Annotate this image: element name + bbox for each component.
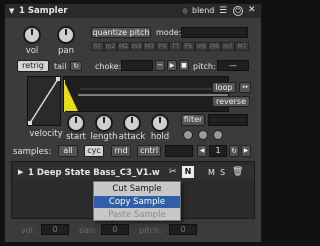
bottom-pitch-label: pitch: <box>139 226 162 235</box>
samples-cntrl-button[interactable]: cntrl <box>137 145 161 157</box>
menu-icon[interactable]: ☰ <box>219 6 227 16</box>
power-icon[interactable]: ⏻ <box>233 6 243 16</box>
loop-button[interactable]: loop <box>212 82 236 93</box>
choke-label: choke: <box>95 62 122 71</box>
menu-paste-sample[interactable]: Paste Sample <box>94 209 180 221</box>
collapse-icon[interactable]: ▼ <box>9 7 14 15</box>
tail-label: tail <box>54 62 67 71</box>
filter-res-knob[interactable] <box>198 130 208 140</box>
close-icon[interactable]: ✕ <box>248 5 256 15</box>
interval-P4[interactable]: P4 <box>156 42 169 51</box>
blend-label: blend <box>192 6 215 15</box>
attack-knob[interactable] <box>123 114 141 132</box>
menu-copy-sample[interactable]: Copy Sample <box>94 196 180 208</box>
bottom-vol-field[interactable]: 0 <box>41 224 69 235</box>
samples-rnd-button[interactable]: rnd <box>111 145 131 157</box>
vol-label: vol <box>25 46 39 56</box>
reverse-button[interactable]: reverse <box>212 96 250 107</box>
bottom-pan-field[interactable]: 0 <box>101 224 129 235</box>
mode-select[interactable] <box>181 27 248 38</box>
scissors-icon[interactable]: ✂ <box>169 167 177 177</box>
quantize-pitch-button[interactable]: quantize pitch <box>91 27 151 38</box>
sample-index-field[interactable]: 1 <box>209 145 227 157</box>
interval-rt[interactable]: RT <box>91 42 104 51</box>
pan-knob[interactable] <box>57 26 75 44</box>
attack-label: attack <box>118 132 146 142</box>
sample-prev-icon[interactable]: ◀ <box>197 145 207 157</box>
stop-icon[interactable]: ■ <box>179 60 189 71</box>
filter-env-knob[interactable] <box>213 130 223 140</box>
interval-M2[interactable]: M2 <box>117 42 130 51</box>
filter-button[interactable]: filter <box>181 114 205 126</box>
interval-m2[interactable]: m2 <box>104 42 117 51</box>
interval-row: RT m2 M2 m3 M3 P4 TT P5 m6 M6 m7 M7 <box>91 42 249 51</box>
sample-play-icon[interactable]: ▶ <box>18 168 23 176</box>
pan-label: pan <box>58 46 74 56</box>
retrig-button[interactable]: retrig <box>17 60 49 72</box>
pitch-field[interactable]: — <box>217 60 249 71</box>
sample-row[interactable]: ▶ 1 Deep State Bass_C3_V1.w ✂ N M S 🗑 <box>14 165 254 180</box>
play-icon[interactable]: ▶ <box>167 60 177 71</box>
sample-next-icon[interactable]: ▶ <box>241 145 251 157</box>
solo-button[interactable]: S <box>220 168 225 177</box>
interval-m3[interactable]: m3 <box>130 42 143 51</box>
interval-m7[interactable]: m7 <box>221 42 235 51</box>
interval-M7[interactable]: M7 <box>235 42 249 51</box>
start-knob[interactable] <box>67 114 85 132</box>
trash-icon[interactable]: 🗑 <box>232 167 243 177</box>
length-knob[interactable] <box>95 114 113 132</box>
interval-TT[interactable]: TT <box>169 42 182 51</box>
sample-refresh-icon[interactable]: ↻ <box>229 145 239 157</box>
device-title: 1 Sampler <box>19 6 68 16</box>
interval-m6[interactable]: m6 <box>195 42 208 51</box>
vol-knob[interactable] <box>23 26 41 44</box>
hold-label: hold <box>150 132 170 142</box>
choke-select[interactable] <box>121 60 153 71</box>
samples-cntrl-select[interactable] <box>165 145 193 157</box>
bottom-vol-label: vol: <box>21 226 36 235</box>
n-button[interactable]: N <box>182 166 194 178</box>
bottom-pan-label: pan: <box>79 226 97 235</box>
sample-name: 1 Deep State Bass_C3_V1.w <box>28 168 160 178</box>
blend-toggle[interactable] <box>181 7 189 15</box>
filter-cutoff-knob[interactable] <box>183 130 193 140</box>
samples-all-button[interactable]: all <box>58 145 78 157</box>
mute-button[interactable]: M <box>208 168 215 177</box>
interval-M3[interactable]: M3 <box>143 42 156 51</box>
filter-type-select[interactable] <box>208 114 248 126</box>
bottom-pitch-field[interactable]: 0 <box>169 224 197 235</box>
pitch-label: pitch: <box>193 62 216 71</box>
loop-mode-icon[interactable]: ↔ <box>239 82 251 93</box>
samples-cyc-button[interactable]: cyc <box>84 145 104 157</box>
mode-label: mode: <box>156 28 182 37</box>
interval-M6[interactable]: M6 <box>208 42 221 51</box>
samples-label: samples: <box>13 147 52 157</box>
tail-loop-icon[interactable]: ↻ <box>70 61 82 71</box>
waveform-display[interactable] <box>63 76 229 112</box>
context-menu: Cut Sample Copy Sample Paste Sample <box>93 181 181 221</box>
sampler-panel: ▼ 1 Sampler blend ☰ ⏻ ✕ vol pan quantize… <box>4 3 262 243</box>
menu-cut-sample[interactable]: Cut Sample <box>94 183 180 195</box>
hold-knob[interactable] <box>151 114 169 132</box>
title-bar: ▼ 1 Sampler blend ☰ ⏻ ✕ <box>5 4 261 18</box>
interval-P5[interactable]: P5 <box>182 42 195 51</box>
velocity-curve[interactable] <box>27 76 61 126</box>
minus-button[interactable]: − <box>155 60 165 71</box>
